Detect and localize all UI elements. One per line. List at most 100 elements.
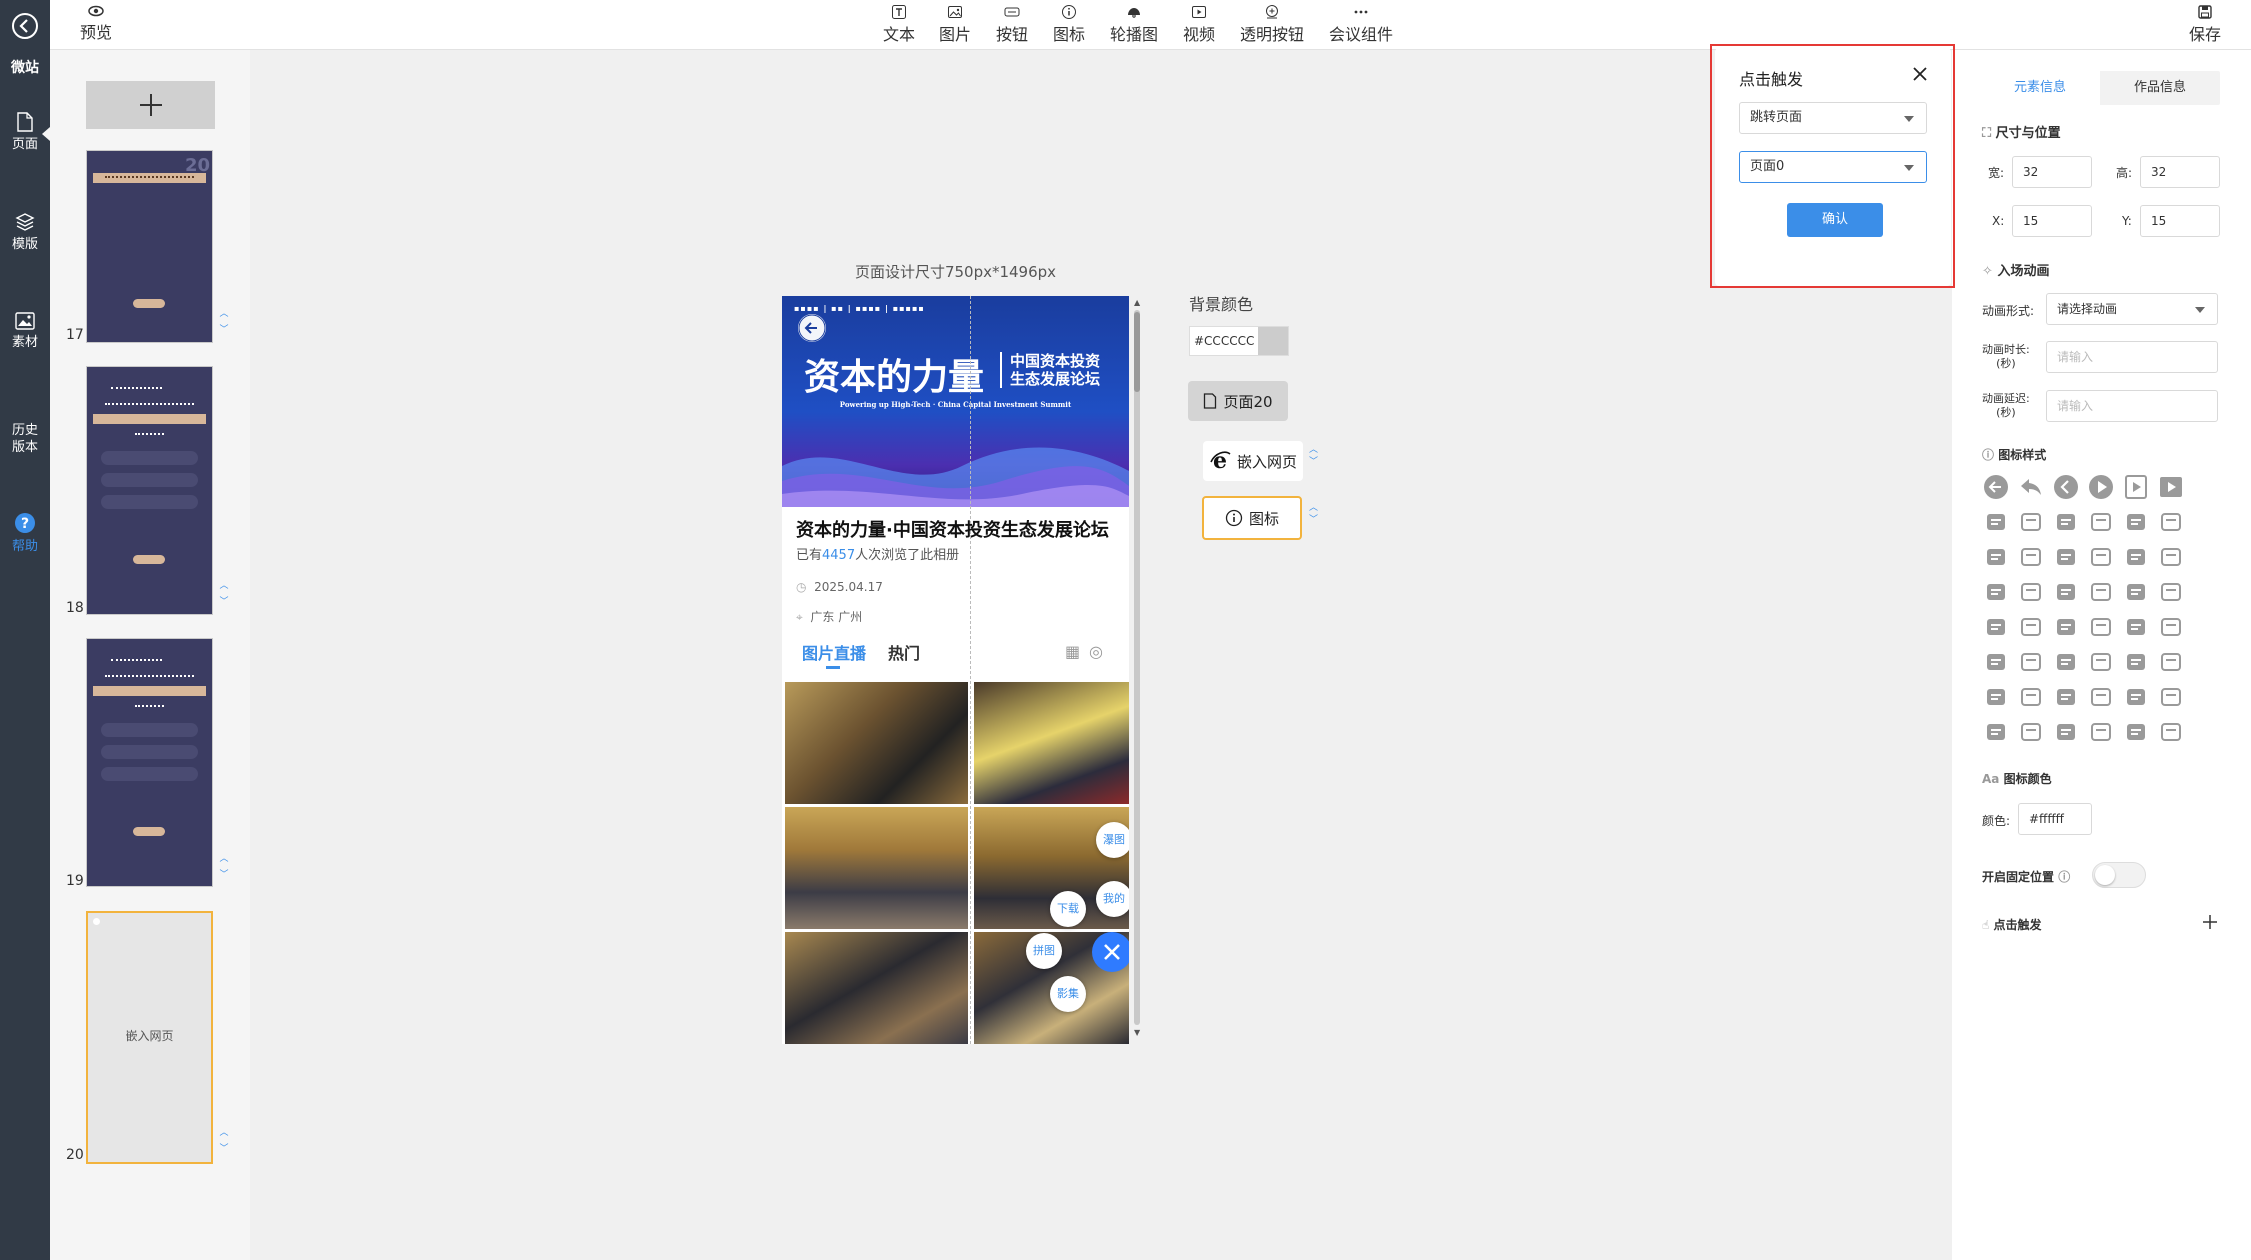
grid-outline-icon[interactable] <box>2052 613 2080 641</box>
height-input[interactable]: 32 <box>2140 156 2220 188</box>
page-thumbnail-19[interactable] <box>86 638 213 887</box>
calendar-check-outline-icon[interactable] <box>2052 718 2080 746</box>
page-select[interactable]: 页面0 <box>1739 151 1927 183</box>
arrow-left-circle-icon[interactable] <box>1982 473 2010 501</box>
home-outline-icon[interactable] <box>2017 543 2045 571</box>
tool-icon-button[interactable]: 图标 <box>1053 4 1085 45</box>
mail-outline-icon[interactable] <box>2087 683 2115 711</box>
scroll-down-arrow[interactable]: ▼ <box>1134 1028 1140 1037</box>
calendar-check-icon[interactable] <box>2087 718 2115 746</box>
reply-icon[interactable] <box>2017 473 2045 501</box>
map-pin-icon[interactable] <box>2017 508 2045 536</box>
layer-icon-selected[interactable]: 图标 <box>1202 496 1302 540</box>
bg-color-picker[interactable]: #CCCCCC <box>1189 326 1289 356</box>
heart-diamond-icon[interactable] <box>2157 578 2185 606</box>
float-close-button[interactable] <box>1092 932 1129 972</box>
globe-icon[interactable]: ◎ <box>1089 642 1103 661</box>
add-trigger-button[interactable] <box>2202 914 2218 930</box>
tool-image-button[interactable]: 图片 <box>939 4 971 45</box>
diamond-icon[interactable] <box>1982 613 2010 641</box>
calendar-outline-icon[interactable] <box>2052 543 2080 571</box>
confirm-button[interactable]: 确认 <box>1787 203 1883 237</box>
move-down-arrow[interactable]: ﹀ <box>218 596 230 608</box>
float-collage-button[interactable]: 拼图 <box>1026 933 1062 969</box>
page-thumbnail-20[interactable]: 嵌入网页 <box>86 911 213 1164</box>
anim-form-select[interactable]: 请选择动画 <box>2046 293 2218 325</box>
preview-button[interactable]: 预览 <box>80 4 112 43</box>
photo-tile[interactable] <box>785 682 968 804</box>
megaphone-icon[interactable] <box>2052 578 2080 606</box>
grid-apps-icon[interactable] <box>2017 613 2045 641</box>
video-icon[interactable] <box>1982 683 2010 711</box>
move-down-arrow[interactable]: ﹀ <box>218 324 230 336</box>
move-up-arrow[interactable]: ︿ <box>218 308 230 320</box>
width-input[interactable]: 32 <box>2012 156 2092 188</box>
sofa-outline-icon[interactable] <box>2122 718 2150 746</box>
arrow-up-circle-icon[interactable] <box>2122 508 2150 536</box>
scroll-up-arrow[interactable]: ▲ <box>1134 298 1140 307</box>
tool-button-button[interactable]: 按钮 <box>996 4 1028 45</box>
photo-tile[interactable] <box>785 807 968 929</box>
building-outline-icon[interactable] <box>2052 648 2080 676</box>
qrcode-icon[interactable] <box>2017 718 2045 746</box>
photo-tile[interactable] <box>974 682 1129 804</box>
move-down-arrow[interactable]: ﹀ <box>218 869 230 881</box>
sidebar-item-help[interactable]: ? 帮助 <box>0 512 50 555</box>
phone-outline-icon[interactable] <box>2017 683 2045 711</box>
edit-outline-icon[interactable] <box>2017 578 2045 606</box>
sidebar-item-template[interactable]: 模版 <box>0 212 50 253</box>
qrcode-icon[interactable]: ▦ <box>1065 642 1080 661</box>
sofa-icon[interactable] <box>2157 718 2185 746</box>
anim-duration-input[interactable]: 请输入 <box>2046 341 2218 373</box>
action-select[interactable]: 跳转页面 <box>1739 102 1927 134</box>
page-thumbnail-18[interactable] <box>86 366 213 615</box>
edit-icon[interactable] <box>1982 578 2010 606</box>
page-layer-button[interactable]: 页面20 <box>1188 381 1288 421</box>
building-icon[interactable] <box>2017 648 2045 676</box>
bell-icon[interactable] <box>1982 718 2010 746</box>
double-chevron-up-icon[interactable] <box>2052 508 2080 536</box>
mail-icon[interactable] <box>2122 683 2150 711</box>
play-circle-icon[interactable] <box>2087 473 2115 501</box>
photo-tile[interactable] <box>785 932 968 1044</box>
float-waterfall-button[interactable]: 瀑图 <box>1096 822 1129 858</box>
float-download-button[interactable]: 下载 <box>1050 891 1086 927</box>
move-down-arrow[interactable]: ﹀ <box>218 1143 230 1155</box>
tab-work-info[interactable]: 作品信息 <box>2100 71 2220 105</box>
color-input[interactable]: #ffffff <box>2018 803 2092 835</box>
phone-ring-icon[interactable] <box>2052 683 2080 711</box>
phone-scrollbar[interactable]: ▲ ▼ <box>1131 298 1143 1040</box>
tool-carousel-button[interactable]: 轮播图 <box>1110 4 1158 45</box>
camera-outline-icon[interactable] <box>2087 648 2115 676</box>
float-mine-button[interactable]: 我的 <box>1096 881 1129 917</box>
float-album-button[interactable]: 影集 <box>1050 976 1086 1012</box>
tool-text-button[interactable]: 文本 <box>883 4 915 45</box>
x-input[interactable]: 15 <box>2012 205 2092 237</box>
play-square-icon[interactable] <box>2157 473 2185 501</box>
folder-icon[interactable] <box>2157 613 2185 641</box>
tool-transparent-button[interactable]: 透明按钮 <box>1240 4 1304 45</box>
tool-meeting-button[interactable]: 会议组件 <box>1329 4 1393 45</box>
move-up-arrow[interactable]: ︿ <box>218 580 230 592</box>
tab-element-info[interactable]: 元素信息 <box>1980 71 2100 105</box>
tool-video-button[interactable]: 视频 <box>1183 4 1215 45</box>
folder-outline-icon[interactable] <box>1982 648 2010 676</box>
page-thumbnail-17[interactable]: 20 <box>86 150 213 343</box>
fixed-position-toggle[interactable] <box>2092 862 2146 888</box>
users-icon[interactable] <box>2122 543 2150 571</box>
back-arrow-button[interactable] <box>798 314 826 342</box>
user-icon[interactable] <box>2122 578 2150 606</box>
sidebar-item-history[interactable]: 历史 版本 <box>0 422 50 456</box>
bell-outline-icon[interactable] <box>2157 683 2185 711</box>
scroll-thumb[interactable] <box>1134 312 1140 392</box>
layer-move-arrows[interactable]: ︿ ﹀ <box>1309 444 1318 468</box>
camera-icon[interactable] <box>2122 648 2150 676</box>
back-button[interactable] <box>0 12 50 44</box>
tab-live[interactable]: 图片直播 <box>802 640 866 664</box>
move-up-arrow[interactable]: ︿ <box>218 1127 230 1139</box>
newspaper-icon[interactable] <box>2087 613 2115 641</box>
save-button[interactable]: 保存 <box>2189 4 2221 45</box>
play-box-icon[interactable] <box>2122 473 2150 501</box>
y-input[interactable]: 15 <box>2140 205 2220 237</box>
add-page-button[interactable] <box>86 81 215 129</box>
